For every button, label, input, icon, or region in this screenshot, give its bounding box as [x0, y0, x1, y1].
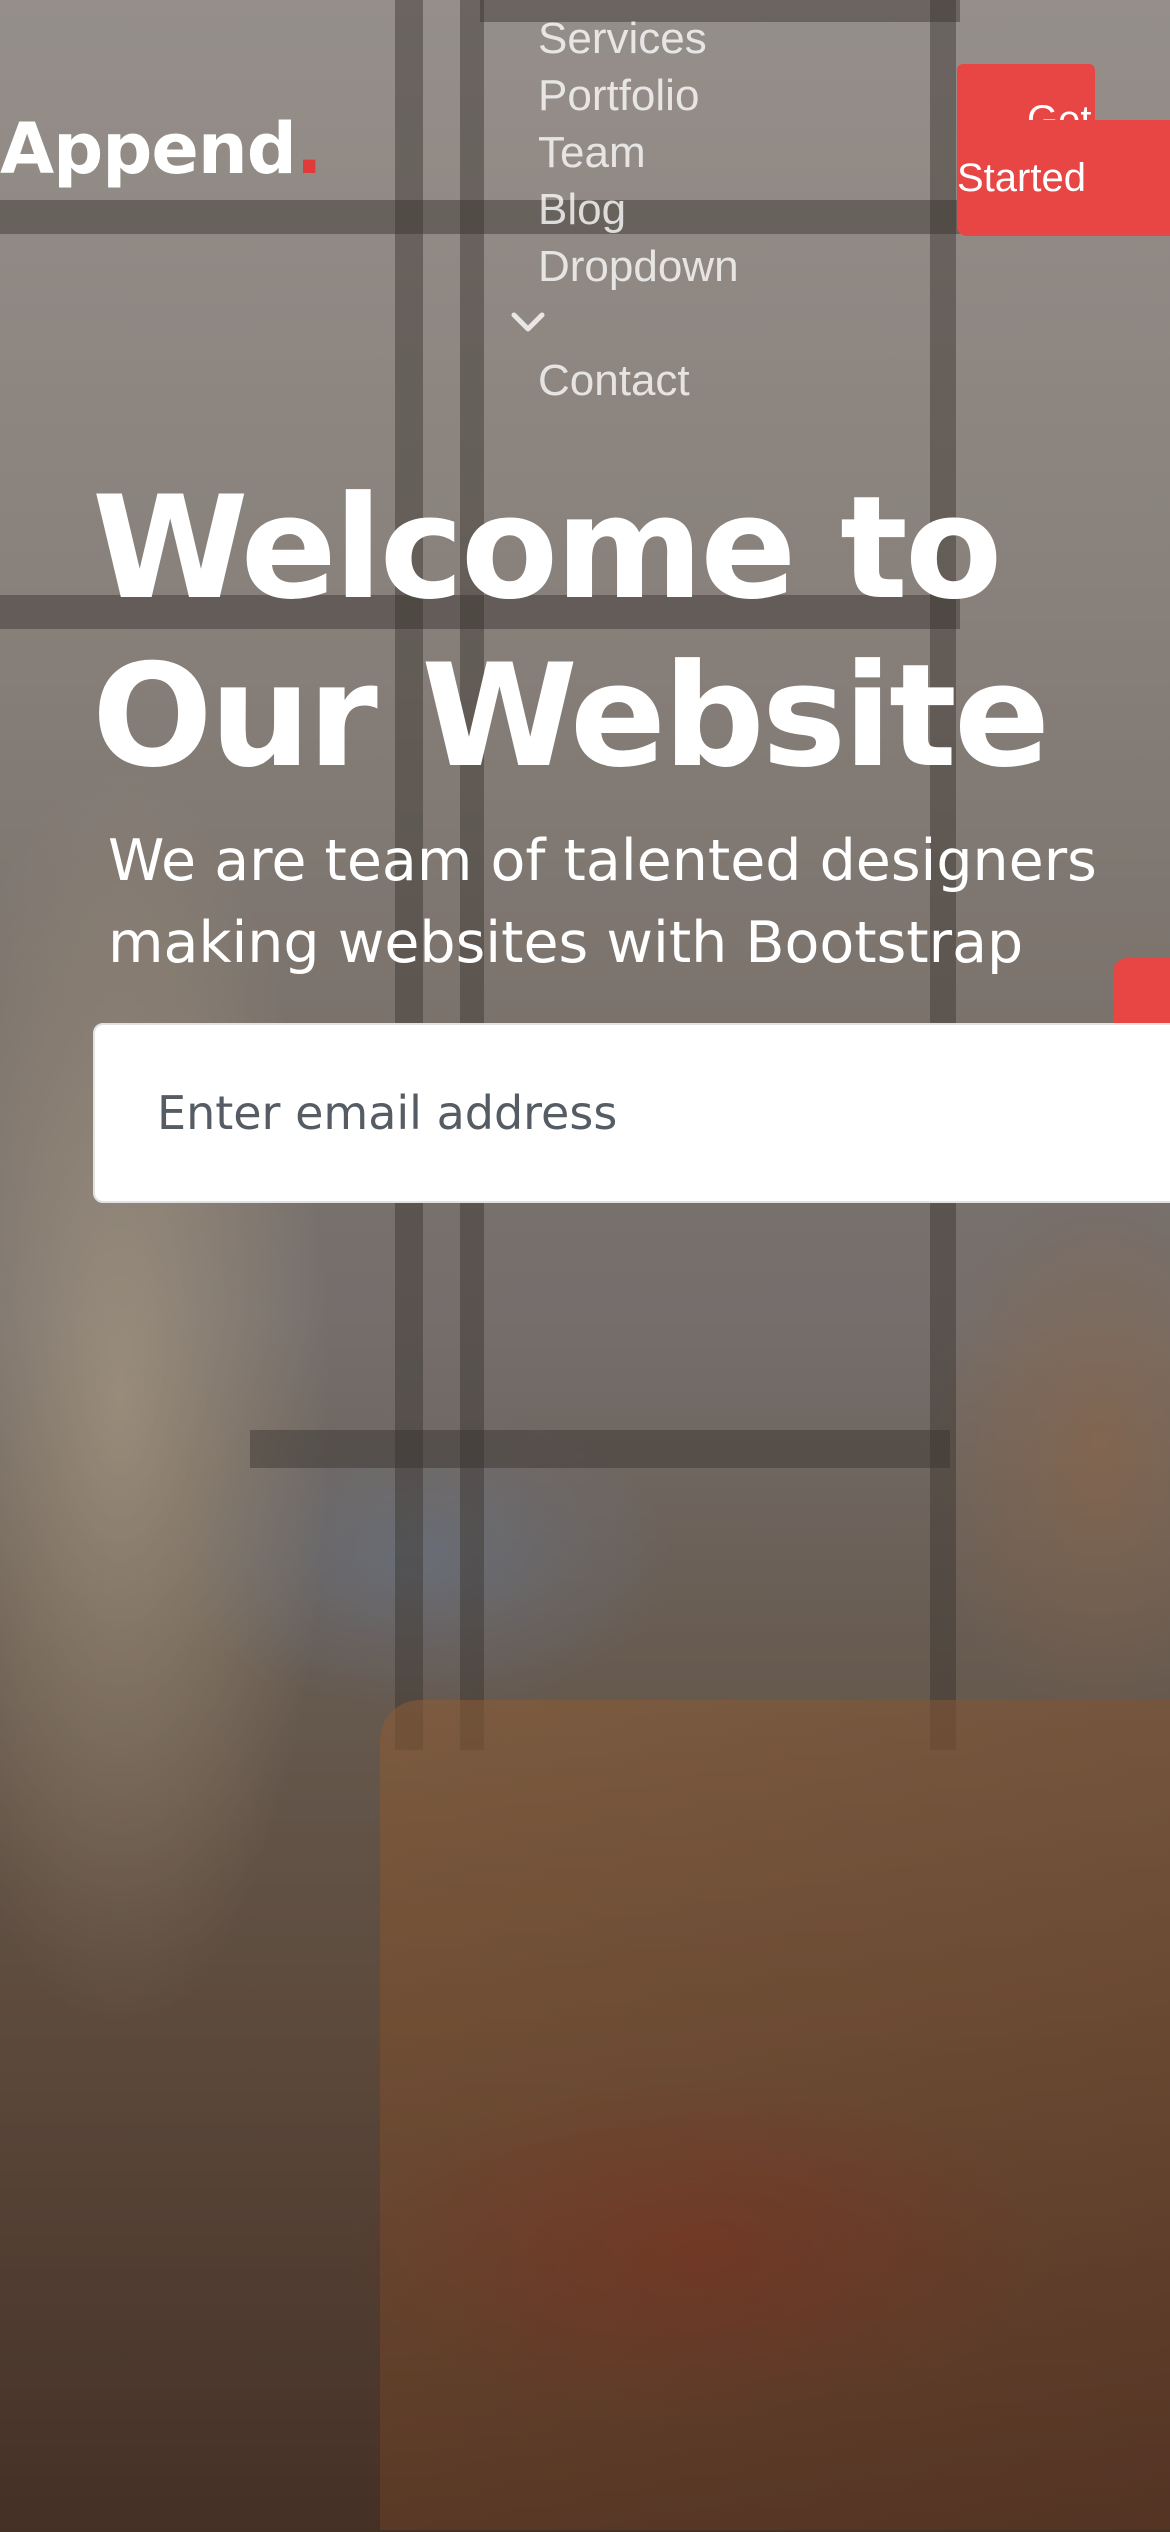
hero-title-line-1: Welcome to: [92, 466, 1002, 631]
hero-title-line-2: Our Website: [92, 634, 1050, 799]
hero-title: Welcome to Our Website: [92, 465, 1142, 801]
get-started-button[interactable]: Started: [957, 120, 1170, 236]
nav-item-team[interactable]: Team: [538, 124, 838, 181]
hero-subtitle: We are team of talented designers making…: [108, 828, 1097, 976]
brand-logo[interactable]: Append.: [0, 108, 323, 190]
chevron-down-icon[interactable]: [508, 300, 548, 340]
nav-item-contact[interactable]: Contact: [538, 352, 838, 409]
nav-item-dropdown[interactable]: Dropdown: [538, 238, 838, 295]
nav-item-blog[interactable]: Blog: [538, 181, 838, 238]
main-nav: Services Portfolio Team Blog Dropdown Co…: [511, 10, 838, 409]
brand-name: Append: [0, 108, 297, 190]
brand-dot: .: [295, 108, 323, 190]
email-field[interactable]: [93, 1023, 1170, 1203]
nav-item-services[interactable]: Services: [538, 10, 838, 67]
nav-item-portfolio[interactable]: Portfolio: [538, 67, 838, 124]
